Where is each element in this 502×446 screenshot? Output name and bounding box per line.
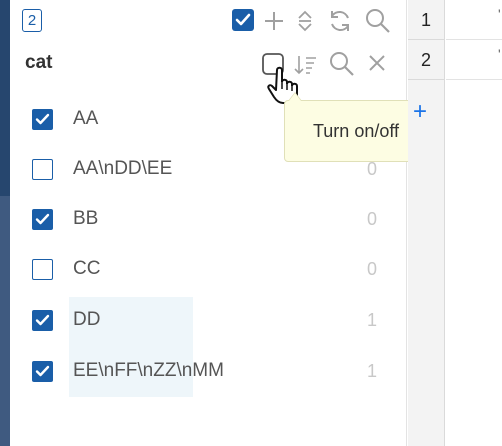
list-item[interactable]: EE\nFF\nZZ\nMM 1 <box>10 347 407 397</box>
refresh-icon[interactable] <box>327 8 353 34</box>
tooltip: Turn on/off <box>284 92 428 162</box>
checkbox-checked-icon[interactable] <box>32 310 53 331</box>
list-item[interactable]: CC 0 <box>10 245 407 295</box>
item-label: DD <box>73 309 101 330</box>
item-count: 0 <box>366 259 377 279</box>
item-count: 0 <box>366 159 377 179</box>
item-count: 1 <box>366 310 377 330</box>
item-count: 1 <box>366 361 377 381</box>
row-number[interactable]: 2 <box>408 40 445 80</box>
list-item[interactable]: DD 1 <box>10 296 407 346</box>
row-number[interactable]: 1 <box>408 0 445 40</box>
item-label: CC <box>73 258 101 279</box>
filter-panel: 2 cat AA AA\nDD\EE 0 BB 0 CC 0 DD 1 EE\n… <box>10 0 428 446</box>
cell-value: ' <box>498 46 501 62</box>
checkbox-empty-icon[interactable] <box>32 159 53 180</box>
sort-updown-icon[interactable] <box>296 10 314 32</box>
field-name-title: cat <box>25 52 53 73</box>
search-icon[interactable] <box>365 8 391 34</box>
item-label: AA\nDD\EE <box>73 158 173 179</box>
checkbox-empty-icon[interactable] <box>32 259 53 280</box>
item-count: 0 <box>366 209 377 229</box>
search-icon[interactable] <box>329 51 355 77</box>
grid-cell[interactable]: ' <box>446 0 502 40</box>
close-icon[interactable] <box>368 54 386 72</box>
left-sidebar-strip <box>0 0 10 446</box>
checkbox-checked-icon[interactable] <box>32 109 53 130</box>
cell-value: ' <box>498 6 501 22</box>
plus-icon[interactable] <box>263 10 285 32</box>
item-label: BB <box>73 208 99 229</box>
item-label: AA <box>73 108 99 129</box>
item-label: EE\nFF\nZZ\nMM <box>73 360 224 381</box>
left-sidebar-strip-top <box>0 0 10 196</box>
checkbox-checked-icon[interactable] <box>32 209 53 230</box>
add-row-icon[interactable]: + <box>413 100 427 124</box>
data-grid: 1 ' 2 ' <box>408 0 502 446</box>
list-item[interactable]: BB 0 <box>10 195 407 245</box>
select-all-checkbox-icon[interactable] <box>232 9 254 31</box>
selected-count-badge: 2 <box>22 9 42 32</box>
grid-cell[interactable]: ' <box>446 40 502 80</box>
checkbox-checked-icon[interactable] <box>32 361 53 382</box>
